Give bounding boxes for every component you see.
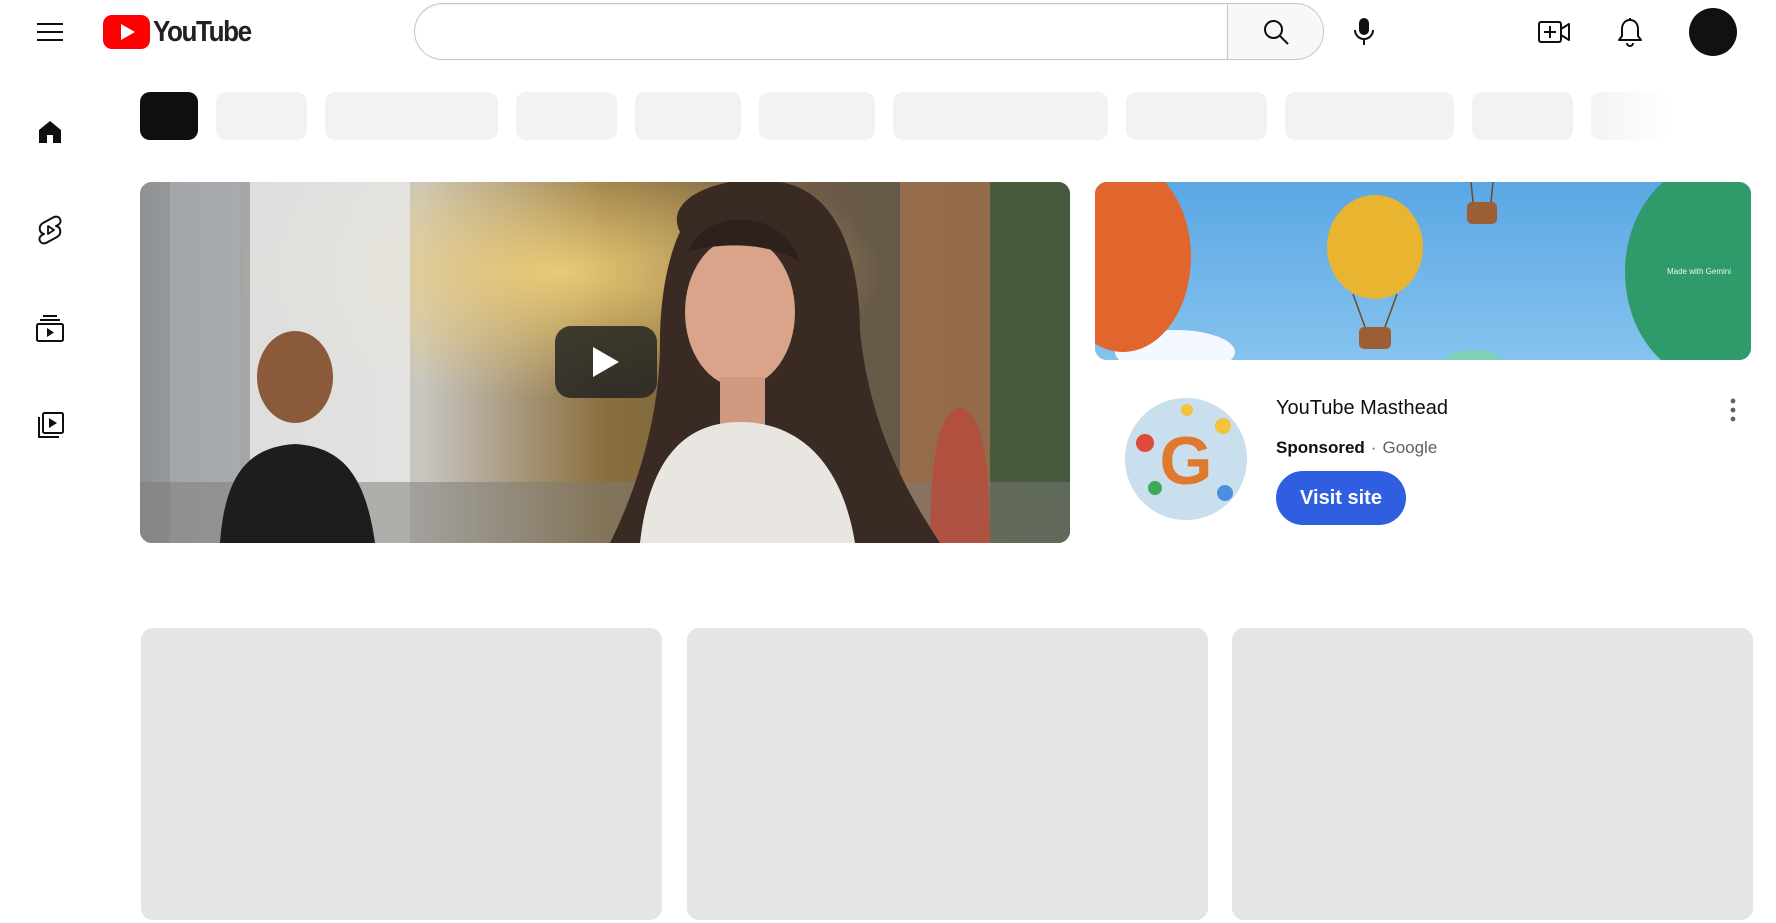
video-card-placeholder <box>141 628 662 920</box>
youtube-logo[interactable]: YouTube <box>103 14 262 50</box>
search-input[interactable] <box>414 3 1227 60</box>
logo-wordmark: YouTube <box>153 15 252 48</box>
video-card-placeholder <box>687 628 1208 920</box>
chip[interactable] <box>1285 92 1454 140</box>
home-icon <box>39 121 61 143</box>
chip[interactable] <box>1472 92 1573 140</box>
account-avatar[interactable] <box>1689 8 1737 56</box>
ad-more-actions-button[interactable] <box>1718 390 1748 430</box>
search-bar <box>414 3 1324 60</box>
play-icon <box>593 347 619 377</box>
subscriptions-icon <box>36 315 64 342</box>
bell-icon <box>1618 18 1642 47</box>
library-icon <box>38 412 64 438</box>
play-button[interactable] <box>555 326 657 398</box>
voice-search-button[interactable] <box>1340 8 1388 56</box>
ad-banner-image[interactable]: Made with Gemini <box>1095 182 1751 360</box>
guide-menu-button[interactable] <box>28 10 72 54</box>
create-button[interactable] <box>1530 8 1578 56</box>
chip[interactable] <box>1126 92 1267 140</box>
chips-fade-overlay <box>1580 92 1690 140</box>
advertiser-name: Google <box>1382 438 1438 457</box>
more-vertical-icon <box>1730 398 1736 422</box>
masthead: YouTube <box>0 0 1776 64</box>
notifications-button[interactable] <box>1606 8 1654 56</box>
chip[interactable] <box>635 92 741 140</box>
hot-air-balloons-image <box>1095 182 1751 360</box>
made-with-gemini-label: Made with Gemini <box>1666 267 1731 276</box>
masthead-video-player[interactable] <box>140 182 1070 543</box>
ad-meta: Sponsored · Google <box>1276 438 1437 458</box>
sidebar-item-subscriptions[interactable] <box>26 304 74 352</box>
shorts-icon <box>38 215 62 245</box>
microphone-icon <box>1354 18 1374 45</box>
advertiser-avatar[interactable]: G <box>1125 398 1247 520</box>
chip[interactable] <box>216 92 307 140</box>
hamburger-menu-icon <box>37 23 63 41</box>
chip[interactable] <box>759 92 875 140</box>
sidebar-item-library[interactable] <box>26 402 74 450</box>
chip-all[interactable] <box>140 92 198 140</box>
chip[interactable] <box>893 92 1108 140</box>
google-g-balloon-logo-icon: G <box>1125 398 1247 520</box>
video-card-placeholder <box>1232 628 1753 920</box>
create-video-icon <box>1538 21 1570 43</box>
sponsored-badge: Sponsored <box>1276 438 1365 457</box>
search-icon <box>1263 19 1289 45</box>
svg-text:G: G <box>1160 423 1213 499</box>
sidebar-item-home[interactable] <box>26 108 74 156</box>
ad-title[interactable]: YouTube Masthead <box>1276 397 1448 420</box>
search-button[interactable] <box>1227 3 1324 60</box>
filter-chips-bar <box>140 92 1690 140</box>
sidebar-item-shorts[interactable] <box>26 206 74 254</box>
chip[interactable] <box>516 92 617 140</box>
visit-site-button[interactable]: Visit site <box>1276 471 1406 525</box>
youtube-play-logo-icon <box>103 15 150 49</box>
meta-separator: · <box>1370 438 1377 457</box>
chip[interactable] <box>325 92 498 140</box>
